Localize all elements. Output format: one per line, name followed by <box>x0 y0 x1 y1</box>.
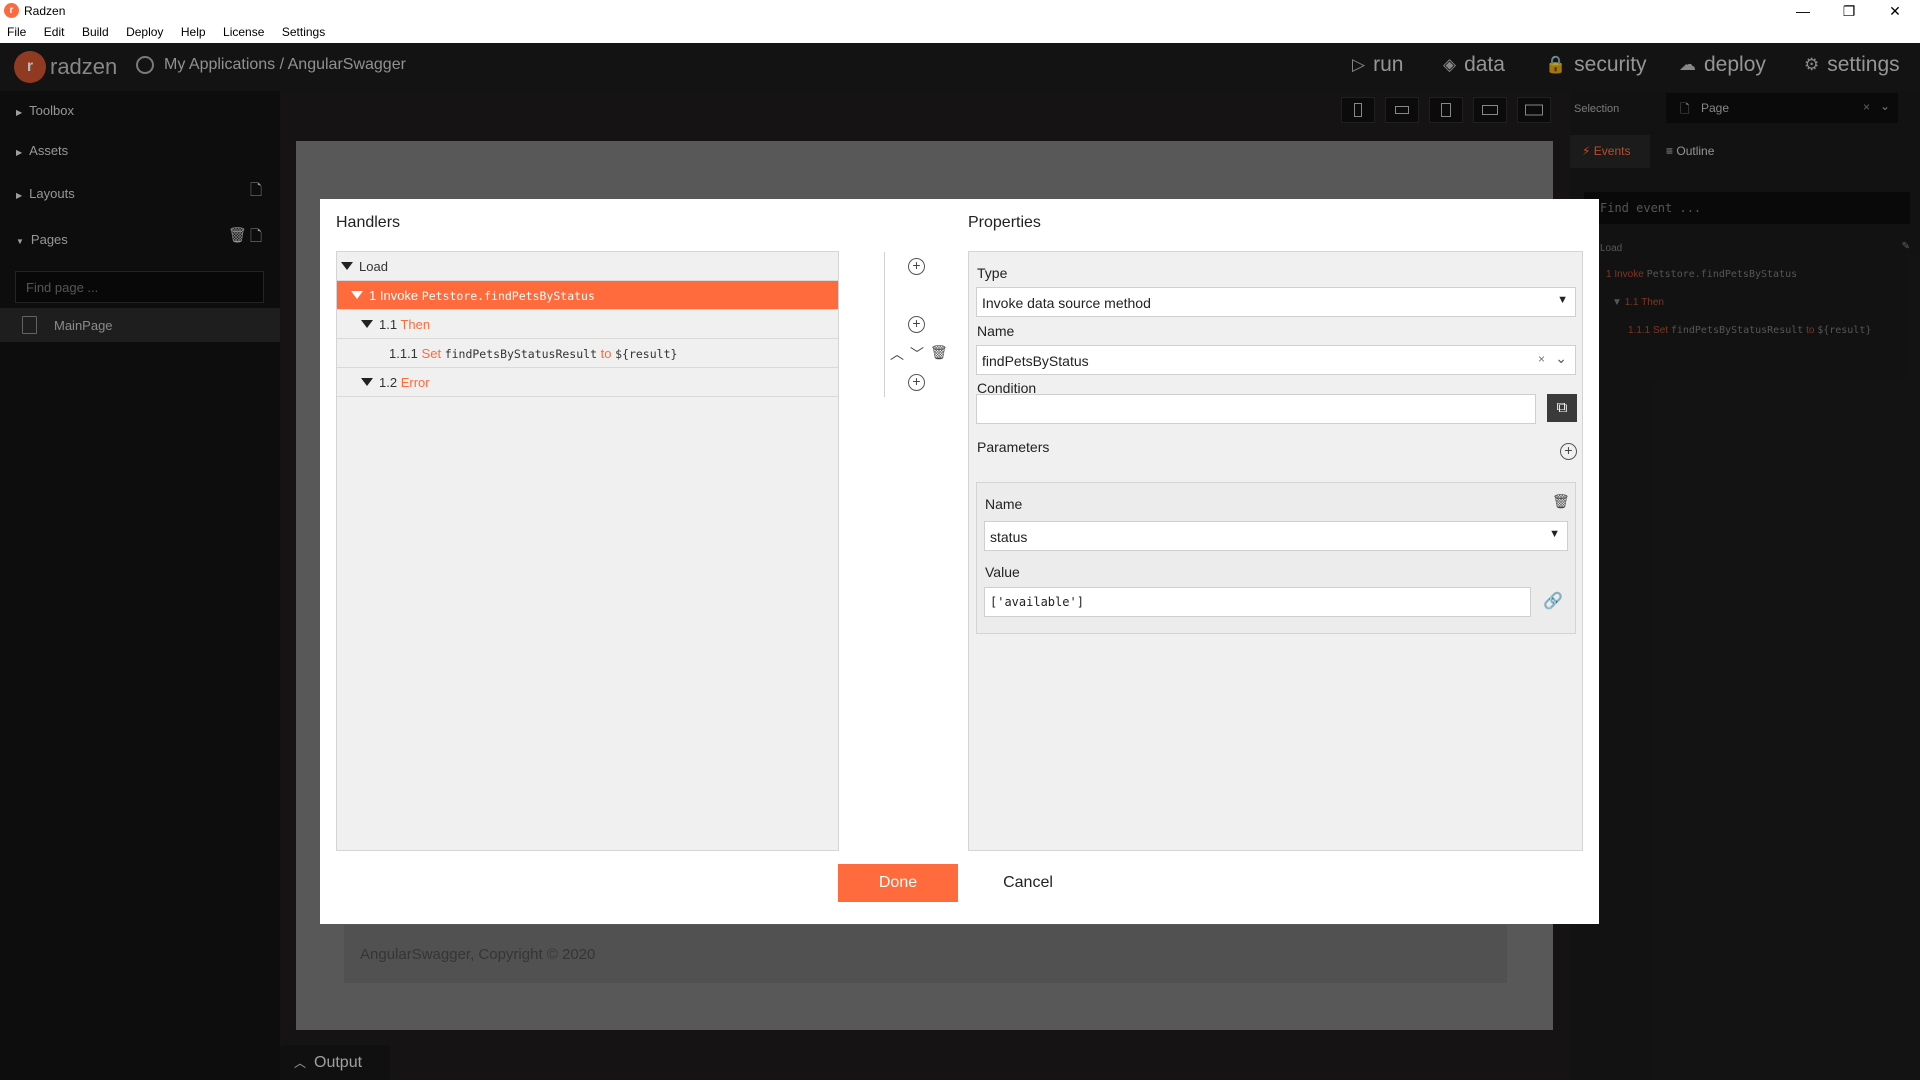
param-value-input[interactable]: ['available'] <box>984 587 1531 617</box>
tree-row-invoke[interactable]: 1 Invoke Petstore.findPetsByStatus ︿ ﹀ 🗑 <box>337 281 948 310</box>
tree-row-num: 1.1.1 <box>389 346 418 361</box>
param-name-label: Name <box>985 496 1023 512</box>
caret-down-icon <box>361 378 373 386</box>
method-name-dropdown[interactable]: findPetsByStatus × ⌄ <box>976 345 1576 375</box>
tree-row-keyword: Set <box>421 346 442 361</box>
caret-down-icon: ▼ <box>1557 294 1568 306</box>
done-button[interactable]: Done <box>838 864 958 902</box>
handlers-tree: Load + 1 Invoke Petstore.findPetsByStatu… <box>336 251 948 851</box>
menu-license[interactable]: License <box>216 22 270 39</box>
type-value: Invoke data source method <box>982 295 1151 311</box>
caret-down-icon <box>351 291 363 299</box>
tree-row-code: findPetsByStatusResult <box>444 347 598 361</box>
add-parameter-icon[interactable]: + <box>1560 443 1577 460</box>
tree-row-keyword: Then <box>400 317 431 332</box>
move-up-icon[interactable]: ︿ <box>890 344 904 364</box>
tree-row-num: 1 <box>369 288 377 303</box>
clear-icon[interactable]: × <box>1538 352 1545 366</box>
tree-row-keyword: Error <box>400 375 430 390</box>
event-handlers-dialog: Handlers Properties Load + 1 Invoke Pets… <box>320 199 1599 924</box>
parameters-label: Parameters <box>977 439 1050 455</box>
menu-bar: File Edit Build Deploy Help License Sett… <box>0 22 1920 43</box>
tree-row-keyword: Invoke <box>379 288 419 303</box>
chevron-down-icon[interactable]: ⌄ <box>1555 350 1567 367</box>
menu-help[interactable]: Help <box>174 22 212 39</box>
tree-row-value: ${result} <box>615 347 678 361</box>
delete-action-icon[interactable]: 🗑 <box>930 344 948 361</box>
add-action-icon[interactable]: + <box>908 258 925 275</box>
add-action-icon[interactable]: + <box>908 374 925 391</box>
cancel-button[interactable]: Cancel <box>978 864 1078 902</box>
tree-row-load[interactable]: Load + <box>337 252 925 281</box>
window-title: Radzen <box>24 4 66 18</box>
radzen-app-icon: r <box>4 3 19 18</box>
condition-input[interactable] <box>976 394 1536 424</box>
tree-row-num: 1.2 <box>379 375 398 390</box>
type-label: Type <box>977 265 1008 281</box>
minimize-button[interactable]: — <box>1780 0 1826 22</box>
tree-row-set[interactable]: 1.1.1 Set findPetsByStatusResult to ${re… <box>337 339 948 368</box>
method-name-value: findPetsByStatus <box>982 353 1089 369</box>
move-down-icon[interactable]: ﹀ <box>910 344 924 364</box>
tree-row-error[interactable]: 1.2 Error + <box>337 368 925 397</box>
param-value-label: Value <box>985 564 1020 580</box>
tree-row-num: 1.1 <box>379 317 398 332</box>
caret-down-icon <box>341 262 353 270</box>
tree-row-label: Load <box>359 259 388 274</box>
param-name-value: status <box>990 529 1028 545</box>
properties-panel: Type Invoke data source method ▼ Name fi… <box>968 251 1583 851</box>
maximize-button[interactable]: ❐ <box>1826 0 1872 22</box>
window-titlebar: r Radzen — ❐ ✕ <box>0 0 1920 22</box>
move-down-icon[interactable]: ﹀ <box>910 286 924 306</box>
move-up-icon[interactable]: ︿ <box>890 286 904 306</box>
caret-down-icon: ▼ <box>1549 528 1560 540</box>
handlers-title: Handlers <box>336 214 401 231</box>
properties-title: Properties <box>968 214 1041 231</box>
tree-row-to: to <box>600 346 612 361</box>
tree-row-then[interactable]: 1.1 Then + <box>337 310 925 339</box>
open-expression-editor-icon[interactable]: ⧉ <box>1547 394 1577 422</box>
delete-parameter-icon[interactable]: 🗑 <box>1552 493 1570 510</box>
link-icon[interactable]: 🔗 <box>1543 591 1563 611</box>
menu-file[interactable]: File <box>0 22 32 39</box>
param-name-select[interactable]: status ▼ <box>984 521 1568 551</box>
menu-deploy[interactable]: Deploy <box>119 22 169 39</box>
parameter-card: Name 🗑 status ▼ Value ['available'] 🔗 <box>976 482 1576 634</box>
close-window-button[interactable]: ✕ <box>1872 0 1918 22</box>
caret-down-icon <box>361 320 373 328</box>
delete-action-icon[interactable]: 🗑 <box>930 286 948 303</box>
menu-edit[interactable]: Edit <box>37 22 71 39</box>
menu-build[interactable]: Build <box>75 22 115 39</box>
menu-settings[interactable]: Settings <box>275 22 331 39</box>
tree-row-code: Petstore.findPetsByStatus <box>421 289 595 303</box>
name-label: Name <box>977 323 1015 339</box>
add-action-icon[interactable]: + <box>908 316 925 333</box>
type-select[interactable]: Invoke data source method ▼ <box>976 287 1576 317</box>
